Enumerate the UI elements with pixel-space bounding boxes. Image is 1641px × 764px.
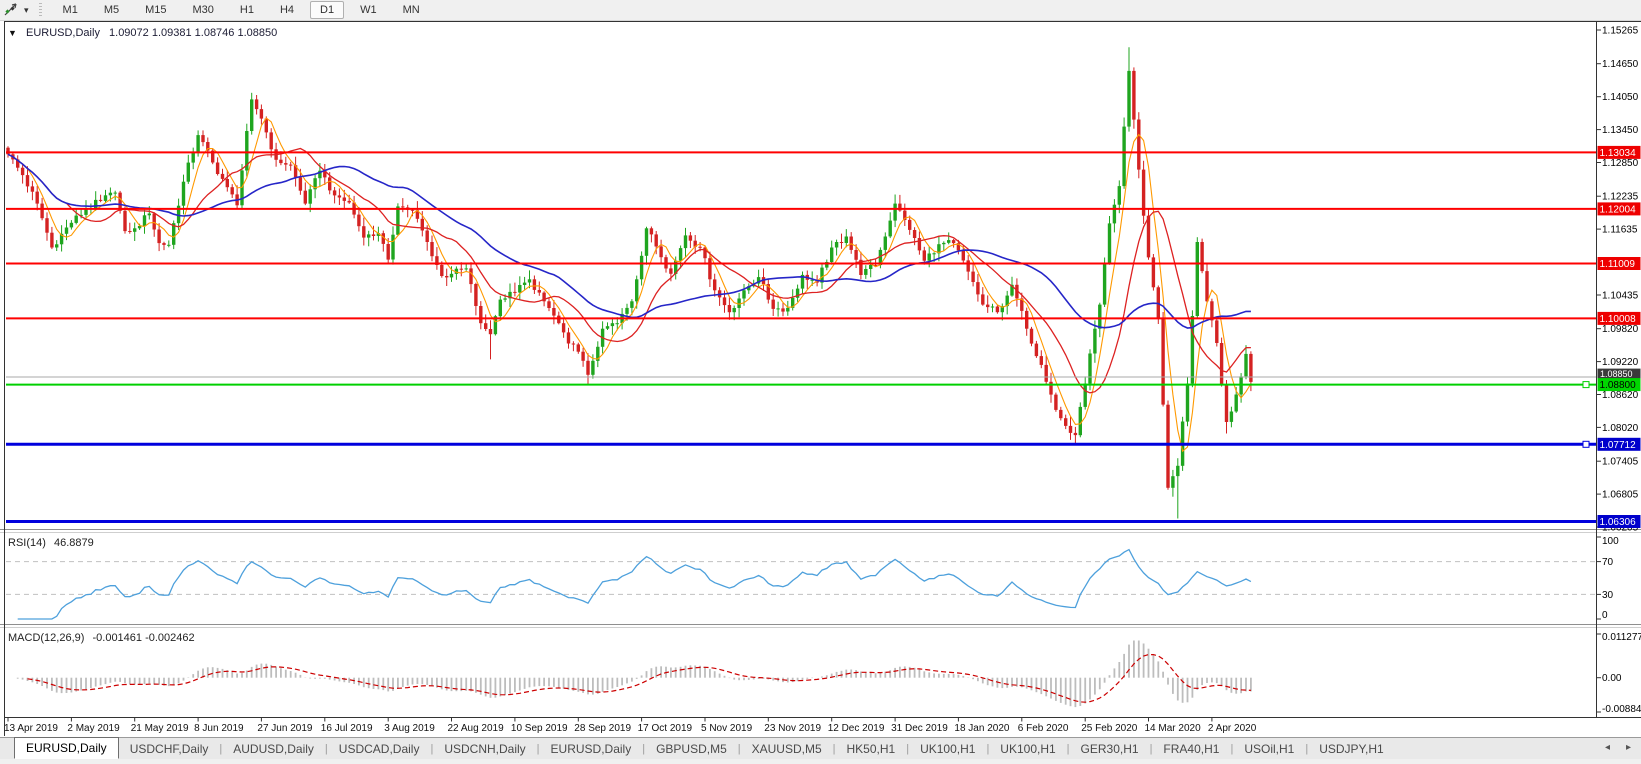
date-label: 2 May 2019 <box>67 723 120 734</box>
price-tick-label: 1.12850 <box>1602 158 1639 169</box>
price-tick-label: 1.09220 <box>1602 357 1639 368</box>
date-label: 22 Aug 2019 <box>448 723 505 734</box>
timeframe-buttons: M1 M5 M15 M30 H1 H4 D1 W1 MN <box>50 1 433 19</box>
date-label: 3 Aug 2019 <box>384 723 435 734</box>
price-tick-label: 1.15265 <box>1602 26 1639 37</box>
tab-gbpusd-m5[interactable]: GBPUSD,M5 <box>645 740 738 758</box>
svg-text:1.07712: 1.07712 <box>1600 440 1637 451</box>
svg-text:1.10008: 1.10008 <box>1600 314 1637 325</box>
date-label: 18 Jan 2020 <box>954 723 1009 734</box>
svg-text:1.12004: 1.12004 <box>1600 204 1637 215</box>
date-label: 27 Jun 2019 <box>257 723 312 734</box>
date-label: 16 Jul 2019 <box>321 723 373 734</box>
date-label: 23 Nov 2019 <box>764 723 821 734</box>
price-tick-label: 1.10435 <box>1602 291 1639 302</box>
toolbar: ▾ M1 M5 M15 M30 H1 H4 D1 W1 MN <box>0 0 1641 21</box>
tab-uk100-h1[interactable]: UK100,H1 <box>989 740 1066 758</box>
price-tick-label: 1.08620 <box>1602 390 1639 401</box>
tab-usdcad-daily[interactable]: USDCAD,Daily <box>328 740 431 758</box>
tab-scroll-buttons: ◂ ▸ <box>1605 742 1631 753</box>
date-label: 10 Sep 2019 <box>511 723 568 734</box>
date-label: 31 Dec 2019 <box>891 723 948 734</box>
price-tick-label: 1.11635 <box>1602 225 1638 236</box>
date-label: 17 Oct 2019 <box>638 723 693 734</box>
tab-usdcnh-daily[interactable]: USDCNH,Daily <box>433 740 536 758</box>
timeframe-button-h4[interactable]: H4 <box>270 1 304 19</box>
hline-handle[interactable] <box>1583 441 1589 447</box>
date-label: 13 Apr 2019 <box>4 723 58 734</box>
rsi-name: RSI(14) <box>8 537 46 549</box>
rsi-tick-label: 30 <box>1602 590 1614 601</box>
macd-indicator-label: MACD(12,26,9) -0.001461 -0.002462 <box>8 632 195 644</box>
date-label: 25 Feb 2020 <box>1081 723 1138 734</box>
macd-values: -0.001461 -0.002462 <box>92 632 194 644</box>
price-tick-label: 1.08020 <box>1602 423 1639 434</box>
date-label: 14 Mar 2020 <box>1145 723 1202 734</box>
price-tick-label: 1.14650 <box>1602 59 1639 70</box>
macd-tick-label: -0.008845 <box>1602 704 1641 715</box>
hline-handle[interactable] <box>1583 382 1589 388</box>
macd-name: MACD(12,26,9) <box>8 632 84 644</box>
tab-fra40-h1[interactable]: FRA40,H1 <box>1152 740 1230 758</box>
date-label: 28 Sep 2019 <box>574 723 631 734</box>
date-label: 6 Feb 2020 <box>1018 723 1069 734</box>
collapse-icon[interactable]: ▼ <box>8 28 17 38</box>
tab-xauusd-m5[interactable]: XAUUSD,M5 <box>741 740 833 758</box>
tab-usoil-h1[interactable]: USOil,H1 <box>1233 740 1305 758</box>
timeframe-button-h1[interactable]: H1 <box>230 1 264 19</box>
timeframe-button-m5[interactable]: M5 <box>94 1 129 19</box>
rsi-tick-label: 0 <box>1602 610 1608 621</box>
date-label: 12 Dec 2019 <box>828 723 885 734</box>
price-tick-label: 1.12235 <box>1602 192 1639 203</box>
timeframe-button-m15[interactable]: M15 <box>135 1 176 19</box>
chart-title: ▼ EURUSD,Daily 1.09072 1.09381 1.08746 1… <box>8 27 277 39</box>
svg-text:1.11009: 1.11009 <box>1600 259 1636 270</box>
rsi-tick-label: 100 <box>1602 536 1619 547</box>
price-tick-label: 1.09820 <box>1602 324 1639 335</box>
mt4-window: ▾ M1M5M15M30H1H4D1W1MN 1.152651.146501.1… <box>0 0 1641 764</box>
tab-scroll-left-icon[interactable]: ◂ <box>1605 742 1610 753</box>
footer-strip <box>0 759 1641 764</box>
tab-usdjpy-h1[interactable]: USDJPY,H1 <box>1308 740 1394 758</box>
rsi-tick-label: 70 <box>1602 557 1614 568</box>
price-tick-label: 1.06805 <box>1602 490 1639 501</box>
rsi-value: 46.8879 <box>54 537 94 549</box>
tab-usdchf-daily[interactable]: USDCHF,Daily <box>119 740 220 758</box>
price-tick-label: 1.07405 <box>1602 457 1639 468</box>
chart-tab-bar: EURUSD,DailyUSDCHF,Daily|AUDUSD,Daily|US… <box>0 737 1641 759</box>
date-label: 5 Nov 2019 <box>701 723 753 734</box>
timeframe-button-m1[interactable]: M1 <box>53 1 88 19</box>
dropdown-caret-icon[interactable]: ▾ <box>24 5 29 16</box>
toolbar-grip[interactable] <box>39 3 42 17</box>
macd-tick-label: 0.011277 <box>1602 632 1641 643</box>
svg-text:1.13034: 1.13034 <box>1600 148 1637 159</box>
tab-ger30-h1[interactable]: GER30,H1 <box>1070 740 1150 758</box>
chart-canvas: 1.15265 1.14650 1.14050 1.13450 1.12850 1.122… <box>0 0 1641 764</box>
tab-uk100-h1[interactable]: UK100,H1 <box>909 740 986 758</box>
date-label: 21 May 2019 <box>131 723 189 734</box>
timeframe-button-w1[interactable]: W1 <box>350 1 387 19</box>
timeframe-button-mn[interactable]: MN <box>393 1 430 19</box>
svg-text:1.06306: 1.06306 <box>1600 517 1637 528</box>
price-tick-label: 1.13450 <box>1602 125 1639 136</box>
svg-text:1.08800: 1.08800 <box>1600 380 1637 391</box>
date-label: 8 Jun 2019 <box>194 723 244 734</box>
tab-audusd-daily[interactable]: AUDUSD,Daily <box>222 740 325 758</box>
timeframe-button-d1[interactable]: D1 <box>310 1 344 19</box>
chart-title-ohlc: 1.09072 1.09381 1.08746 1.08850 <box>109 27 277 39</box>
tab-hk50-h1[interactable]: HK50,H1 <box>836 740 907 758</box>
tab-eurusd-daily[interactable]: EURUSD,Daily <box>14 737 119 759</box>
timeframe-button-m30[interactable]: M30 <box>183 1 224 19</box>
svg-text:1.08850: 1.08850 <box>1600 369 1633 379</box>
price-tick-label: 1.14050 <box>1602 92 1639 103</box>
tab-eurusd-daily[interactable]: EURUSD,Daily <box>540 740 643 758</box>
rsi-indicator-label: RSI(14) 46.8879 <box>8 537 94 549</box>
chart-tabs: EURUSD,DailyUSDCHF,Daily|AUDUSD,Daily|US… <box>0 738 1395 759</box>
chart-cursor-icon[interactable] <box>4 3 20 17</box>
date-label: 2 Apr 2020 <box>1208 723 1257 734</box>
tab-scroll-right-icon[interactable]: ▸ <box>1626 742 1631 753</box>
chart-title-symbol: EURUSD,Daily <box>26 27 100 39</box>
macd-tick-label: 0.00 <box>1602 673 1622 684</box>
